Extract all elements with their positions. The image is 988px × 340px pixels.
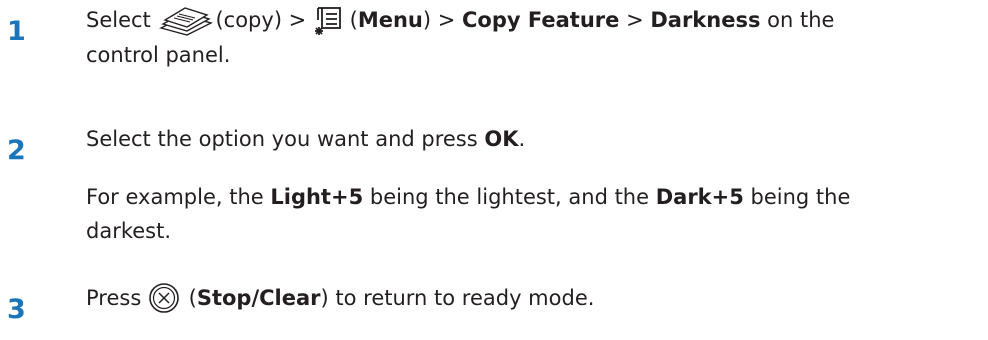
text-segment: darkest. [86,219,172,243]
text-segment: Select the option you want and press [86,127,485,151]
text-segment: For example, the [86,185,271,209]
copy-feature-label: Copy Feature [462,8,620,32]
step-text: Select (copy) > (Menu) > Copy Feature > … [86,3,976,72]
copy-icon [157,4,215,38]
stop-clear-label: Stop/Clear [196,286,321,310]
stop-clear-icon [148,282,182,316]
text-segment: being the [743,185,851,209]
menu-icon [313,4,343,38]
menu-label: Menu [357,8,423,32]
text-segment: ( [342,8,358,32]
step-number: 2 [7,135,26,166]
darkness-label: Darkness [650,8,761,32]
text-segment: > [619,8,651,32]
text-segment: ) to return to ready mode. [320,286,595,310]
text-segment: Press [86,286,148,310]
step-text: Press (Stop/Clear) to return to ready mo… [86,281,976,316]
text-segment: ( [181,286,197,310]
text-segment: (copy) > [215,8,313,32]
text-segment: . [518,127,526,151]
step-number: 1 [7,16,26,47]
text-segment: control panel. [86,43,231,67]
light-label: Light+5 [270,185,364,209]
step-example-text: For example, the Light+5 being the light… [86,180,976,248]
text-segment: ) > [422,8,463,32]
text-segment: Select [86,8,158,32]
ok-label: OK [484,127,519,151]
step-text: Select the option you want and press OK. [86,122,976,156]
text-segment: on the [760,8,835,32]
step-number: 3 [7,294,26,325]
text-segment: being the lightest, and the [363,185,656,209]
dark-label: Dark+5 [655,185,744,209]
